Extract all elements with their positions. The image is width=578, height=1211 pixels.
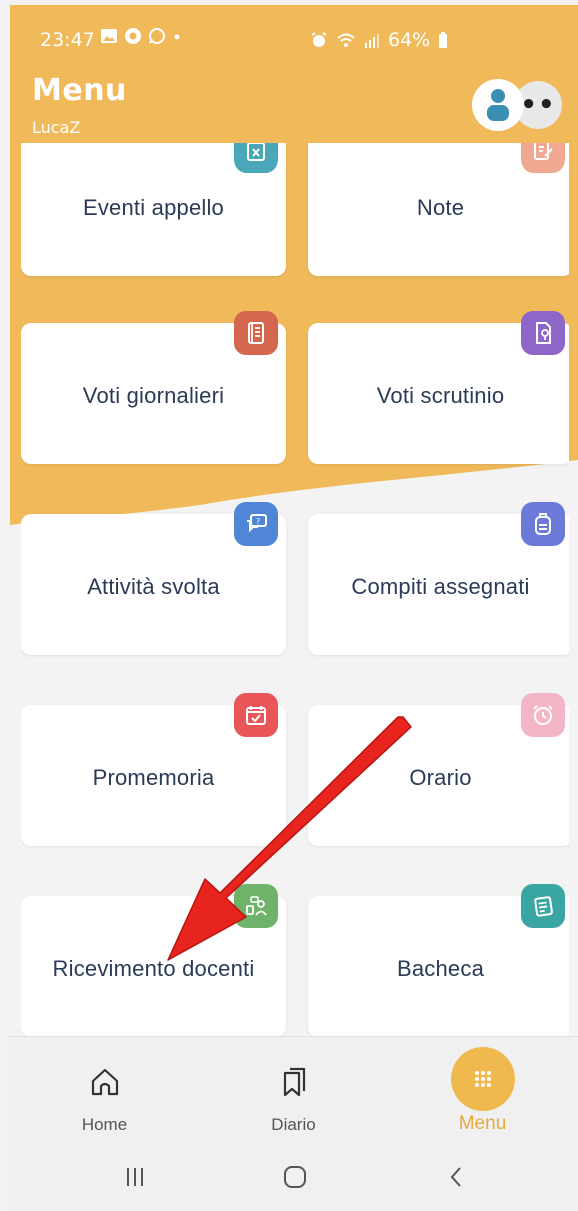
nav-menu-label: Menu	[458, 1113, 507, 1134]
svg-text:?: ?	[256, 517, 260, 526]
nav-home-label: Home	[81, 1115, 128, 1134]
system-navigation-bar	[10, 1146, 578, 1211]
card-eventi-appello[interactable]: Eventi appello	[21, 143, 286, 276]
card-label: Eventi appello	[82, 194, 224, 220]
menu-grid: Eventi appello Note Voti giornalieri Vot…	[21, 143, 569, 1036]
back-icon[interactable]	[446, 1164, 466, 1190]
bookmark-icon	[283, 1067, 305, 1097]
notice-board-icon	[521, 884, 565, 928]
recent-apps-icon[interactable]	[123, 1164, 147, 1190]
nav-menu[interactable]: Menu	[388, 1037, 577, 1147]
card-label: Orario	[409, 764, 472, 790]
card-label: Compiti assegnati	[351, 573, 530, 599]
card-bacheca[interactable]: Bacheca	[308, 884, 569, 1036]
alarm-icon	[311, 32, 327, 47]
whatsapp-icon	[149, 28, 165, 44]
card-label: Promemoria	[92, 764, 215, 790]
card-attivita-svolta[interactable]: ? Attività svolta	[21, 502, 286, 655]
report-icon	[521, 311, 565, 355]
page-title: Menu	[32, 73, 127, 108]
battery-icon	[439, 32, 448, 48]
grid-dots-icon	[450, 1047, 515, 1111]
card-orario[interactable]: Orario	[308, 693, 569, 846]
nav-diario[interactable]: Diario	[199, 1037, 388, 1147]
card-ricevimento-docenti[interactable]: Ricevimento docenti	[21, 884, 286, 1036]
card-compiti-assegnati[interactable]: Compiti assegnati	[308, 502, 569, 655]
image-icon	[101, 29, 117, 43]
home-button-icon[interactable]	[282, 1164, 308, 1190]
card-label: Attività svolta	[87, 573, 220, 599]
card-voti-scrutinio[interactable]: Voti scrutinio	[308, 311, 569, 464]
chat-question-icon: ?	[234, 502, 278, 546]
status-bar: 23:47 64%	[10, 5, 578, 75]
status-time: 23:47	[40, 29, 95, 51]
chrome-icon	[125, 28, 141, 44]
calendar-check-icon	[234, 693, 278, 737]
card-promemoria[interactable]: Promemoria	[21, 693, 286, 846]
meeting-icon	[234, 884, 278, 928]
dot-icon	[174, 34, 180, 40]
backpack-icon	[521, 502, 565, 546]
card-note[interactable]: Note	[308, 143, 569, 276]
card-label: Ricevimento docenti	[52, 955, 255, 981]
alarm-clock-icon	[521, 693, 565, 737]
calendar-x-icon	[234, 143, 278, 173]
battery-level: 64%	[388, 29, 431, 51]
user-name: LucaZ	[32, 118, 81, 137]
note-edit-icon	[521, 143, 565, 173]
card-label: Bacheca	[396, 955, 484, 981]
card-label: Voti scrutinio	[376, 382, 505, 408]
avatar[interactable]	[472, 79, 524, 131]
card-label: Voti giornalieri	[82, 382, 225, 408]
card-label: Note	[416, 194, 465, 220]
nav-home[interactable]: Home	[10, 1037, 199, 1147]
grade-book-icon	[234, 311, 278, 355]
wifi-icon	[337, 33, 355, 47]
card-voti-giornalieri[interactable]: Voti giornalieri	[21, 311, 286, 464]
app-screen: 23:47 64% Menu LucaZ •• Eventi appello N…	[10, 5, 578, 1211]
bottom-navigation: Home Diario Menu	[10, 1036, 578, 1146]
user-icon	[487, 89, 509, 121]
nav-diario-label: Diario	[271, 1115, 316, 1134]
home-icon	[91, 1068, 118, 1096]
account-switcher[interactable]: ••	[472, 77, 564, 133]
signal-icon	[365, 34, 379, 48]
